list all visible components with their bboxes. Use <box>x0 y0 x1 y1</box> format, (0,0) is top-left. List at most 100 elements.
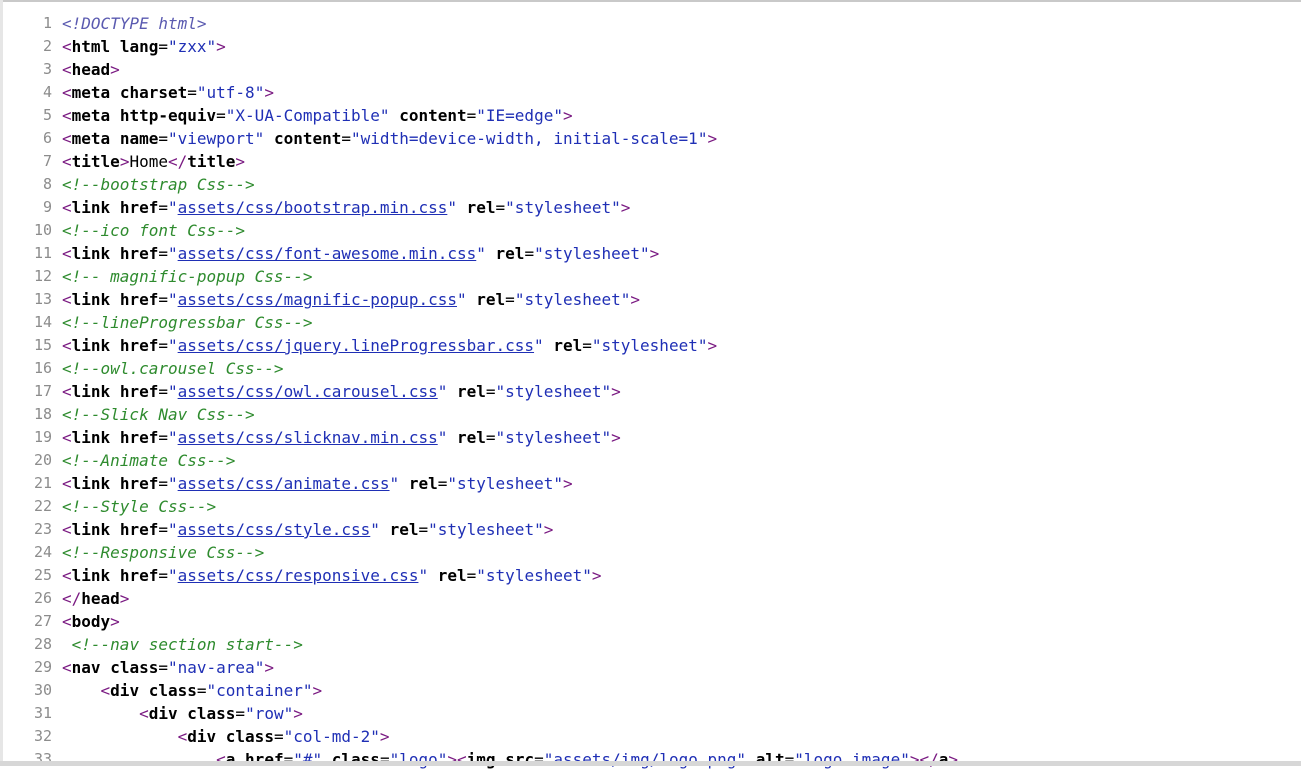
code-line[interactable]: 22 <!--Style Css--> <box>0 495 1301 518</box>
code-token-link[interactable]: assets/css/animate.css <box>178 474 390 493</box>
code-content: </head> <box>62 587 129 610</box>
code-line[interactable]: 25 <link href="assets/css/responsive.css"… <box>0 564 1301 587</box>
code-token-val: " <box>167 566 178 585</box>
code-token-link[interactable]: assets/css/style.css <box>178 520 371 539</box>
code-line[interactable]: 8 <!--bootstrap Css--> <box>0 173 1301 196</box>
code-token-tag: > <box>216 37 226 56</box>
code-token-val: " <box>476 244 486 263</box>
code-token-link[interactable]: assets/css/magnific-popup.css <box>178 290 457 309</box>
code-token-tag: > <box>948 750 959 769</box>
code-line[interactable]: 33 <a href="#" class="logo"><img src="as… <box>0 748 1301 771</box>
code-token-val: " <box>418 566 429 585</box>
code-token-val: "IE=edge" <box>476 106 563 125</box>
code-token-tag: < <box>62 520 72 539</box>
code-token-val: "col-md-2" <box>283 727 380 746</box>
horizontal-scrollbar[interactable] <box>0 761 1301 766</box>
code-token-text: = <box>216 106 226 125</box>
code-token-link[interactable]: assets/css/font-awesome.min.css <box>178 244 477 263</box>
line-number: 24 <box>33 543 52 561</box>
code-token-text: = <box>158 336 168 355</box>
code-token-link[interactable]: assets/css/bootstrap.min.css <box>178 198 448 217</box>
code-line[interactable]: 3 <head> <box>0 58 1301 81</box>
code-token-link[interactable]: assets/css/slicknav.min.css <box>178 428 438 447</box>
code-line[interactable]: 13 <link href="assets/css/magnific-popup.… <box>0 288 1301 311</box>
line-number: 3 <box>42 60 52 78</box>
code-line[interactable]: 2 <html lang="zxx"> <box>0 35 1301 58</box>
code-line[interactable]: 28 <!--nav section start--> <box>0 633 1301 656</box>
code-line[interactable]: 6 <meta name="viewport" content="width=de… <box>0 127 1301 150</box>
code-token-kw: link <box>71 382 111 401</box>
line-number: 21 <box>33 474 52 492</box>
code-token-val: " <box>437 428 448 447</box>
code-line[interactable]: 26 </head> <box>0 587 1301 610</box>
code-line[interactable]: 29 <nav class="nav-area"> <box>0 656 1301 679</box>
code-line[interactable]: 23 <link href="assets/css/style.css" rel=… <box>0 518 1301 541</box>
code-token-link[interactable]: assets/css/owl.carousel.css <box>178 382 438 401</box>
code-token-text: = <box>187 83 197 102</box>
code-token-kw: link <box>71 244 111 263</box>
code-token-val: " <box>167 244 178 263</box>
code-line[interactable]: 12 <!-- magnific-popup Css--> <box>0 265 1301 288</box>
code-token-text: = <box>158 658 168 677</box>
code-content: <link href="assets/css/style.css" rel="s… <box>62 518 553 541</box>
code-line[interactable]: 17 <link href="assets/css/owl.carousel.cs… <box>0 380 1301 403</box>
code-line[interactable]: 16 <!--owl.carousel Css--> <box>0 357 1301 380</box>
code-line[interactable]: 10 <!--ico font Css--> <box>0 219 1301 242</box>
code-token-attr: href <box>119 566 159 585</box>
code-token-val: "container" <box>206 681 313 700</box>
code-line[interactable]: 27 <body> <box>0 610 1301 633</box>
code-editor[interactable]: 1 <!DOCTYPE html> 2 <html lang="zxx"> 3 <head… <box>0 12 1301 771</box>
code-line[interactable]: 30 <div class="container"> <box>0 679 1301 702</box>
code-token-val: " <box>370 520 380 539</box>
code-token-text: = <box>485 382 496 401</box>
code-token-attr: charset <box>119 83 188 102</box>
code-line[interactable]: 7 <title>Home</title> <box>0 150 1301 173</box>
code-line[interactable]: 18 <!--Slick Nav Css--> <box>0 403 1301 426</box>
code-line[interactable]: 20 <!--Animate Css--> <box>0 449 1301 472</box>
code-token-attr: rel <box>466 198 496 217</box>
code-content: <div class="row"> <box>62 702 303 725</box>
code-token-text: = <box>466 106 477 125</box>
code-token-attr: rel <box>408 474 438 493</box>
code-line[interactable]: 21 <link href="assets/css/animate.css" re… <box>0 472 1301 495</box>
code-token-val: "stylesheet" <box>428 520 544 539</box>
code-line[interactable]: 11 <link href="assets/css/font-awesome.mi… <box>0 242 1301 265</box>
code-content: <title>Home</title> <box>62 150 245 173</box>
code-token-tag: < <box>457 750 467 769</box>
line-number: 11 <box>33 244 52 262</box>
code-line[interactable]: 9 <link href="assets/css/bootstrap.min.cs… <box>0 196 1301 219</box>
code-token-tag: < <box>62 612 72 631</box>
code-token-tag: < <box>62 83 72 102</box>
code-line[interactable]: 32 <div class="col-md-2"> <box>0 725 1301 748</box>
code-content: <link href="assets/css/slicknav.min.css"… <box>62 426 621 449</box>
code-token-val: "stylesheet" <box>495 382 612 401</box>
code-token-attr: class <box>148 681 197 700</box>
code-token-kw: a <box>938 750 949 769</box>
code-line[interactable]: 1 <!DOCTYPE html> <box>0 12 1301 35</box>
code-content: <link href="assets/css/responsive.css" r… <box>62 564 602 587</box>
code-token-link[interactable]: assets/css/responsive.css <box>178 566 419 585</box>
code-line[interactable]: 5 <meta http-equiv="X-UA-Compatible" cont… <box>0 104 1301 127</box>
code-token-attr: href <box>119 198 159 217</box>
code-token-text: = <box>505 290 515 309</box>
code-line[interactable]: 4 <meta charset="utf-8"> <box>0 81 1301 104</box>
code-line[interactable]: 14 <!--lineProgressbar Css--> <box>0 311 1301 334</box>
code-token-val: " <box>167 428 178 447</box>
line-number: 12 <box>33 267 52 285</box>
code-line[interactable]: 15 <link href="assets/css/jquery.lineProg… <box>0 334 1301 357</box>
code-line[interactable]: 19 <link href="assets/css/slicknav.min.cs… <box>0 426 1301 449</box>
code-line[interactable]: 24 <!--Responsive Css--> <box>0 541 1301 564</box>
code-line[interactable]: 31 <div class="row"> <box>0 702 1301 725</box>
code-token-link[interactable]: assets/css/jquery.lineProgressbar.css <box>178 336 534 355</box>
line-number: 27 <box>33 612 52 630</box>
code-token-tag: > <box>264 83 274 102</box>
